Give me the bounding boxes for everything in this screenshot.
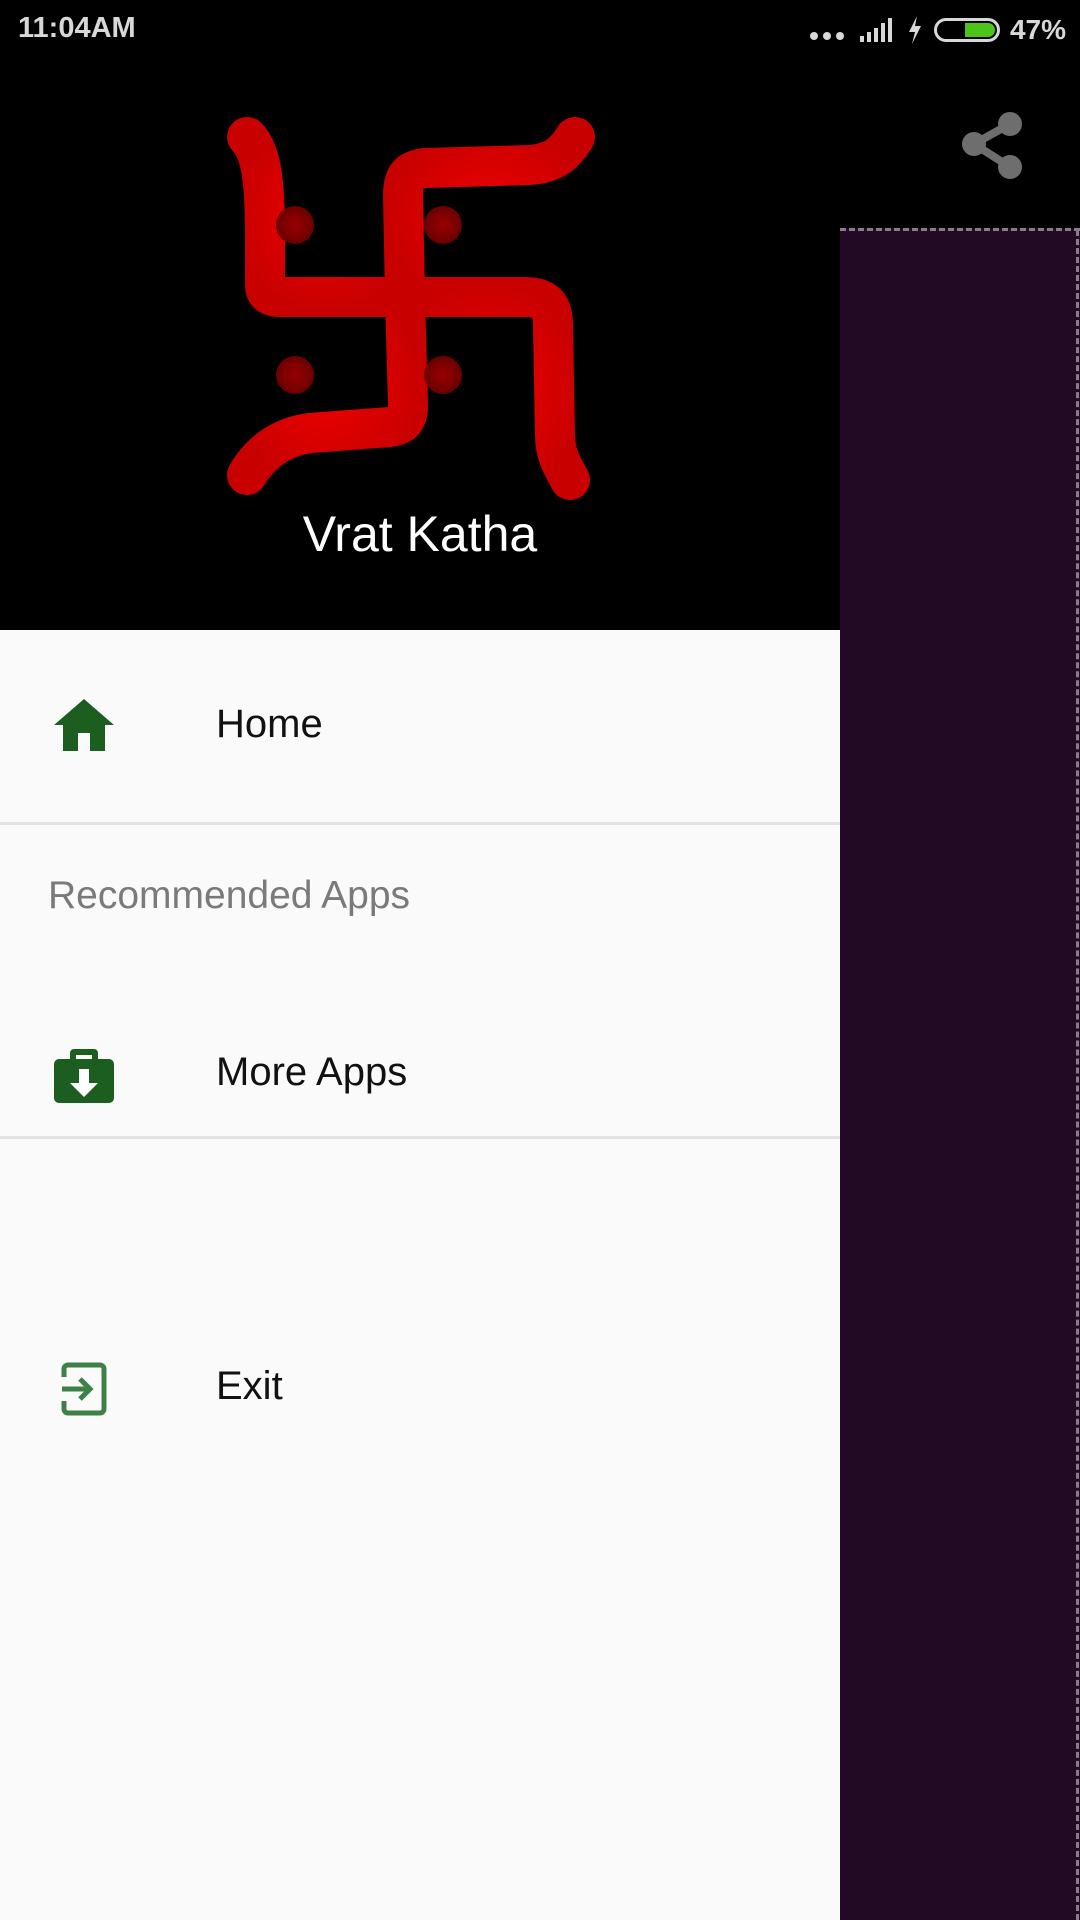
nav-item-more-apps[interactable]: More Apps: [0, 1000, 840, 1150]
status-icons: 47%: [809, 12, 1066, 48]
battery-percent: 47%: [1009, 14, 1066, 45]
swastik-logo: [227, 117, 595, 500]
exit-icon: [61, 1362, 107, 1416]
divider: [0, 822, 840, 825]
store-download-icon: [54, 1049, 114, 1103]
nav-item-exit[interactable]: Exit: [0, 1314, 840, 1464]
home-icon: [54, 699, 114, 751]
nav-item-label: Exit: [216, 1364, 283, 1408]
navigation-drawer: Vrat Katha Home Recommended Apps More Ap…: [0, 60, 840, 1920]
divider: [0, 1136, 840, 1139]
status-bar: 11:04AM 47%: [0, 0, 1080, 60]
charging-bolt-icon: [908, 16, 921, 44]
more-dots-icon: [809, 20, 844, 40]
signal-icon: [859, 18, 892, 42]
content-border-right: [1076, 230, 1079, 1920]
battery-icon: [933, 18, 1000, 42]
nav-item-home[interactable]: Home: [0, 652, 840, 802]
app-name: Vrat Katha: [302, 506, 538, 562]
section-title-recommended: Recommended Apps: [48, 874, 411, 917]
nav-item-label: Home: [216, 702, 323, 746]
content-border-top: [840, 228, 1080, 231]
drawer-header: Vrat Katha: [0, 60, 840, 630]
status-time: 11:04AM: [18, 12, 136, 44]
app-content-scrim[interactable]: [840, 228, 1080, 1920]
share-icon[interactable]: [952, 100, 1032, 190]
nav-item-label: More Apps: [216, 1050, 408, 1094]
